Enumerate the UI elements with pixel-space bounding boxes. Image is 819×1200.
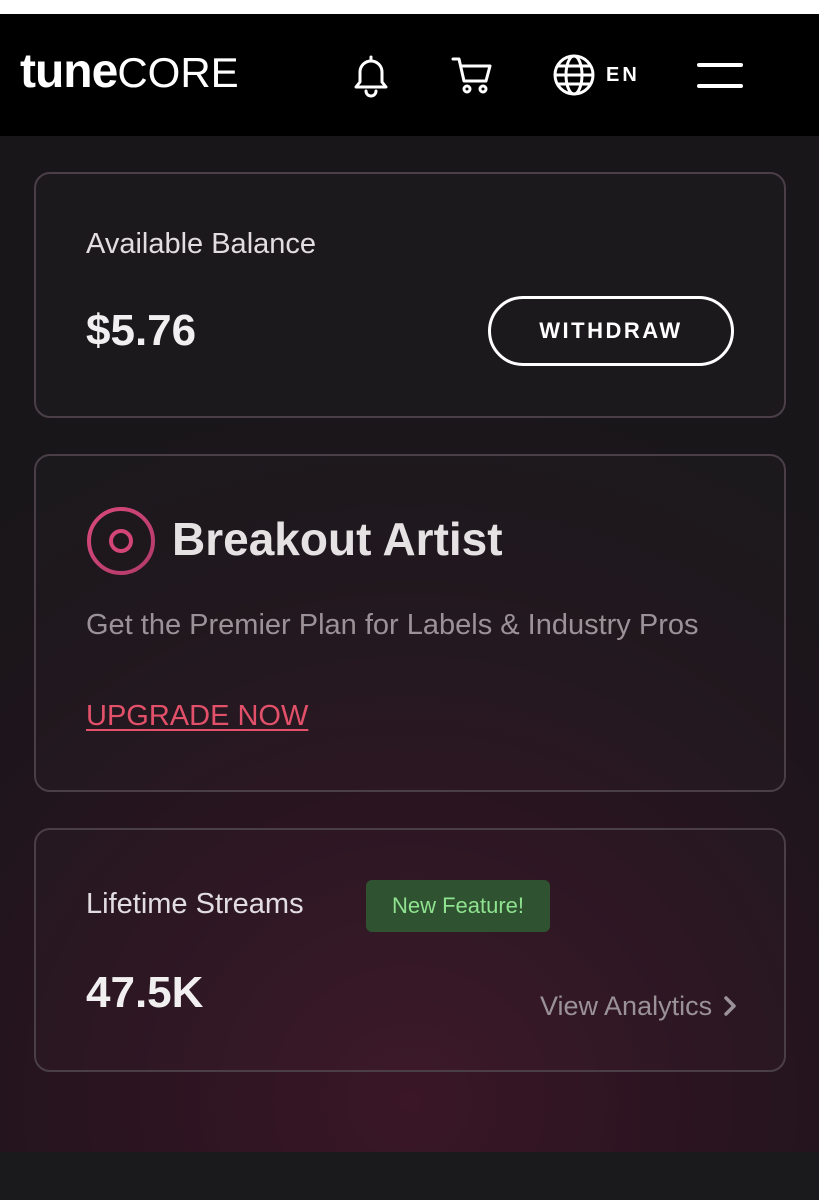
- language-selector[interactable]: EN: [552, 52, 640, 98]
- balance-label: Available Balance: [86, 228, 317, 260]
- withdraw-button[interactable]: WITHDRAW: [488, 296, 734, 366]
- chevron-right-icon: [724, 996, 736, 1016]
- balance-card: Available Balance $5.76 WITHDRAW: [34, 172, 786, 418]
- breakout-description: Get the Premier Plan for Labels & Indust…: [86, 609, 699, 641]
- balance-amount: $5.76: [86, 306, 197, 355]
- breakout-artist-card: Breakout Artist Get the Premier Plan for…: [34, 454, 786, 792]
- app-screen: tune CORE EN Available Balance $5.76 WIT…: [0, 14, 819, 1200]
- top-navbar: tune CORE EN: [0, 14, 819, 136]
- lifetime-streams-card: Lifetime Streams New Feature! 47.5K View…: [34, 828, 786, 1072]
- streams-label: Lifetime Streams: [86, 888, 304, 920]
- logo-tune-text: tune: [20, 45, 118, 98]
- view-analytics-label: View Analytics: [540, 990, 713, 1021]
- view-analytics-link[interactable]: View Analytics: [540, 988, 738, 1024]
- globe-icon: [553, 54, 595, 96]
- new-feature-badge: New Feature!: [366, 880, 550, 932]
- cart-icon[interactable]: [450, 52, 496, 98]
- streams-value: 47.5K: [86, 968, 204, 1017]
- record-icon: [86, 506, 156, 576]
- upgrade-now-link[interactable]: UPGRADE NOW: [86, 700, 308, 733]
- bell-icon[interactable]: [348, 52, 394, 98]
- language-label: EN: [606, 63, 640, 86]
- menu-icon[interactable]: [696, 62, 744, 90]
- dashboard-content: Available Balance $5.76 WITHDRAW Breakou…: [0, 136, 819, 1152]
- tunecore-logo[interactable]: tune CORE: [20, 44, 239, 104]
- bottom-bar: [0, 1152, 819, 1200]
- breakout-title: Breakout Artist: [172, 513, 503, 565]
- logo-core-text: CORE: [117, 49, 239, 96]
